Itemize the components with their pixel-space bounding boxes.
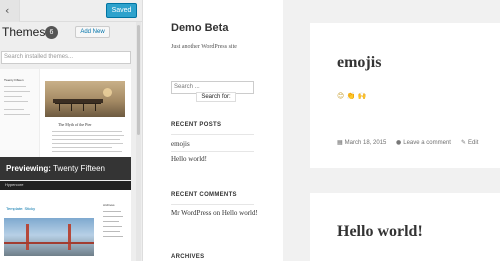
scrollbar-thumb[interactable] [137, 25, 140, 135]
theme-screenshot-sidebar-2: Archives [100, 201, 128, 261]
customizer-header: ‹ Saved [0, 0, 142, 22]
theme-screenshot-site-name: Hypercore [5, 182, 24, 187]
add-new-theme-button[interactable]: Add New [75, 26, 110, 38]
close-customizer-button[interactable]: ‹ [0, 0, 20, 22]
comment-post-link[interactable]: Hello world! [222, 209, 258, 217]
theme-search-input[interactable]: Search installed themes... [1, 51, 131, 64]
bridge-image [4, 218, 94, 256]
leave-comment-link[interactable]: ● Leave a comment [396, 139, 451, 146]
saved-button[interactable]: Saved [106, 3, 137, 18]
themes-count-badge: 6 [45, 26, 58, 39]
theme-screenshot-topbar: Hypercore [0, 181, 131, 190]
site-tagline: Just another WordPress site [171, 44, 237, 50]
recent-post-link[interactable]: emojis [171, 140, 190, 148]
site-title[interactable]: Demo Beta [171, 22, 228, 34]
theme-screenshot-site-title: Twenty Fifteen [4, 78, 24, 82]
recent-post-link[interactable]: Hello world! [171, 155, 207, 163]
pier-image [45, 81, 125, 117]
edit-post-link[interactable]: ✎ Edit [461, 139, 478, 146]
comment-author-link[interactable]: Mr WordPress [171, 209, 211, 217]
recent-comments-title: RECENT COMMENTS [171, 192, 237, 198]
comment-icon: ● [396, 139, 402, 146]
recent-comment-item: Mr WordPress on Hello world! [171, 209, 258, 217]
previewing-label: Previewing: [6, 164, 51, 173]
post-date[interactable]: ▦ March 18, 2015 [337, 139, 386, 146]
calendar-icon: ▦ [337, 139, 343, 146]
customizer-panel: ‹ Saved Themes 6 Add New Search installe… [0, 0, 143, 261]
site-sidebar: Demo Beta Just another WordPress site Se… [143, 0, 283, 261]
theme-screenshot-sidebar: Twenty Fifteen [0, 69, 40, 157]
theme-card-twenty-fifteen[interactable]: Twenty Fifteen The Myth of the Pier [0, 69, 131, 157]
archives-title: ARCHIVES [171, 254, 205, 260]
recent-posts-title: RECENT POSTS [171, 122, 222, 128]
theme-screenshot-archives: Archives [103, 203, 115, 207]
previewing-theme-name: Twenty Fifteen [52, 164, 106, 173]
pencil-icon: ✎ [461, 139, 467, 146]
content-gutter [283, 0, 310, 261]
previewing-banner: Previewing: Twenty Fifteen [0, 157, 131, 180]
comment-on-text: on [213, 209, 221, 217]
theme-screenshot-template-title: Template: Sticky [6, 206, 36, 211]
post-card: emojis 😊 👏 🙌 ▦ March 18, 2015 ● Leave a co… [310, 23, 500, 168]
customizer-scrollbar[interactable] [136, 22, 141, 261]
themes-heading: Themes [2, 25, 46, 39]
post-title[interactable]: emojis [337, 54, 381, 72]
theme-screenshot-post-title: The Myth of the Pier [58, 122, 92, 127]
search-tooltip: Search for: [196, 92, 236, 102]
post-title[interactable]: Hello world! [337, 223, 423, 241]
post-card: Hello world! [310, 193, 500, 261]
chevron-left-icon: ‹ [5, 4, 10, 17]
theme-card-hypercore[interactable]: Hypercore Template: Sticky Archives [0, 181, 131, 261]
post-content-emojis: 😊 👏 🙌 [337, 92, 367, 100]
